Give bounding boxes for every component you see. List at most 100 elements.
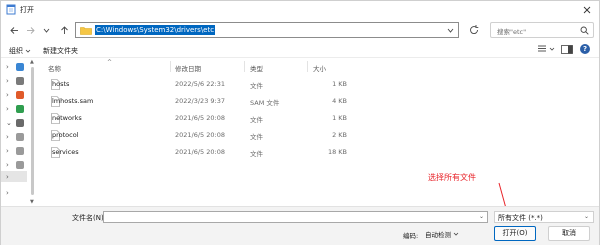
folder-icon <box>16 105 24 113</box>
file-name: lmhosts.sam <box>52 97 94 105</box>
folder-icon <box>16 77 24 85</box>
nav-item[interactable]: › <box>1 145 27 156</box>
file-type: 文件 <box>250 82 263 90</box>
file-type-filter-value: 所有文件 (*.*) <box>498 214 543 222</box>
column-divider[interactable] <box>170 61 171 72</box>
scroll-thumb[interactable] <box>31 67 34 195</box>
window-title: 打开 <box>20 6 34 14</box>
search-box[interactable]: 搜索"etc" <box>490 22 594 38</box>
chevron-down-icon[interactable]: ⌄ <box>479 213 484 220</box>
forward-button[interactable] <box>23 23 37 37</box>
up-button[interactable] <box>57 23 71 37</box>
file-type: SAM 文件 <box>250 99 280 107</box>
navigation-pane: › › › › ⌄ › › › › › <box>1 58 27 206</box>
file-row[interactable]: hosts 2022/5/6 22:31 文件 1 KB <box>37 77 357 91</box>
file-row[interactable]: services 2021/6/5 20:08 文件 18 KB <box>37 145 357 159</box>
list-view-icon <box>538 45 546 52</box>
open-button[interactable]: 打开(O) <box>494 226 536 241</box>
close-button[interactable] <box>579 2 595 18</box>
scroll-down-icon[interactable]: ▼ <box>30 199 34 205</box>
command-bar: 组织 新建文件夹 ? <box>1 41 599 58</box>
column-header-date[interactable]: 修改日期 <box>175 63 201 73</box>
file-row[interactable]: networks 2021/6/5 20:08 文件 1 KB <box>37 111 357 125</box>
notepad-icon <box>6 4 16 15</box>
file-type: 文件 <box>250 116 263 124</box>
organize-label: 组织 <box>9 47 23 55</box>
sort-caret-icon: ^ <box>107 59 113 66</box>
nav-scrollbar[interactable]: ▲ ▼ <box>30 59 35 205</box>
chevron-right-icon: › <box>6 147 9 155</box>
column-divider[interactable] <box>244 61 245 72</box>
pc-icon <box>16 119 24 127</box>
file-row[interactable]: protocol 2021/6/5 20:08 文件 2 KB <box>37 128 357 142</box>
file-name: services <box>52 148 79 156</box>
file-size: 2 KB <box>332 131 347 139</box>
folder-icon <box>16 91 24 99</box>
cloud-icon <box>16 63 24 71</box>
view-options-button[interactable] <box>537 44 555 53</box>
search-placeholder: 搜索"etc" <box>497 28 527 36</box>
column-header-type[interactable]: 类型 <box>250 63 263 73</box>
encoding-label: 编码: <box>403 232 419 240</box>
nav-item[interactable]: › <box>1 103 27 114</box>
chevron-down-icon <box>43 28 49 33</box>
file-name: hosts <box>52 80 70 88</box>
file-type-filter[interactable]: 所有文件 (*.*) ⌄ <box>494 211 594 223</box>
recent-locations-button[interactable] <box>39 23 53 37</box>
encoding-value: 自动检测 <box>425 231 451 239</box>
chevron-right-icon: › <box>6 105 9 113</box>
filename-label: 文件名(N): <box>72 214 107 222</box>
search-icon <box>580 26 589 35</box>
chevron-down-icon <box>25 49 31 53</box>
nav-item[interactable]: › <box>1 159 27 170</box>
nav-item[interactable]: › <box>1 131 27 142</box>
chevron-right-icon: › <box>6 173 9 181</box>
drive-icon <box>16 133 24 141</box>
nav-item-selected[interactable]: › <box>1 171 27 182</box>
address-bar[interactable]: C:\Windows\System32\drivers\etc <box>75 22 459 38</box>
address-path[interactable]: C:\Windows\System32\drivers\etc <box>95 25 216 35</box>
file-name: networks <box>52 114 82 122</box>
new-folder-button[interactable]: 新建文件夹 <box>43 46 78 56</box>
drive-icon <box>16 147 24 155</box>
column-header-row: ^ 名称 修改日期 类型 大小 <box>37 59 357 73</box>
navigation-row: C:\Windows\System32\drivers\etc 搜索"etc" <box>1 19 599 41</box>
drive-icon <box>16 161 24 169</box>
file-size: 18 KB <box>327 148 347 156</box>
chevron-right-icon: › <box>6 189 9 197</box>
title-bar: 打开 <box>1 1 599 19</box>
file-date: 2021/6/5 20:08 <box>175 114 225 122</box>
preview-pane-icon[interactable] <box>561 45 573 54</box>
file-row[interactable]: lmhosts.sam 2022/3/23 9:37 SAM 文件 4 KB <box>37 94 357 108</box>
nav-item[interactable]: › <box>1 75 27 86</box>
nav-item[interactable]: › <box>1 187 27 198</box>
file-size: 1 KB <box>332 80 347 88</box>
chevron-right-icon: › <box>6 161 9 169</box>
back-button[interactable] <box>7 23 21 37</box>
file-type: 文件 <box>250 133 263 141</box>
file-date: 2022/3/23 9:37 <box>175 97 225 105</box>
chevron-right-icon: › <box>6 63 9 71</box>
encoding-select[interactable]: 自动检测 <box>425 229 459 239</box>
file-size: 4 KB <box>332 97 347 105</box>
help-icon[interactable]: ? <box>580 44 590 54</box>
nav-item[interactable]: › <box>1 89 27 100</box>
nav-item[interactable]: ⌄ <box>1 117 27 128</box>
file-size: 1 KB <box>332 114 347 122</box>
refresh-icon[interactable] <box>467 23 481 37</box>
scroll-up-icon[interactable]: ▲ <box>30 59 34 65</box>
organize-button[interactable]: 组织 <box>9 46 31 56</box>
chevron-down-icon[interactable] <box>446 26 455 35</box>
cancel-button[interactable]: 取消 <box>548 226 590 241</box>
column-header-size[interactable]: 大小 <box>313 63 326 73</box>
filename-input[interactable]: ⌄ <box>103 211 488 223</box>
close-icon <box>583 6 591 14</box>
arrow-left-icon <box>9 26 18 34</box>
column-divider[interactable] <box>307 61 308 72</box>
chevron-right-icon: › <box>6 133 9 141</box>
nav-item[interactable]: › <box>1 61 27 72</box>
chevron-down-icon <box>549 47 555 51</box>
dialog-footer: 文件名(N): ⌄ 所有文件 (*.*) ⌄ 编码: 自动检测 打开(O) 取消 <box>1 206 599 245</box>
column-header-name[interactable]: 名称 <box>48 63 61 73</box>
file-date: 2021/6/5 20:08 <box>175 131 225 139</box>
